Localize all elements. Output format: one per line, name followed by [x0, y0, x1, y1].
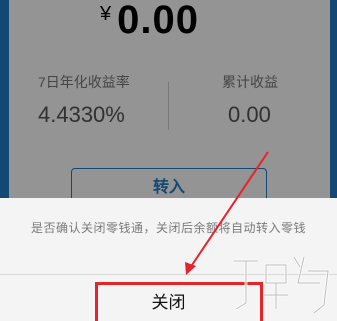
confirm-message: 是否确认关闭零钱通，关闭后余额将自动转入零钱 [30, 221, 306, 235]
sheet-divider [0, 274, 337, 275]
annotation-highlight-box [95, 282, 263, 321]
